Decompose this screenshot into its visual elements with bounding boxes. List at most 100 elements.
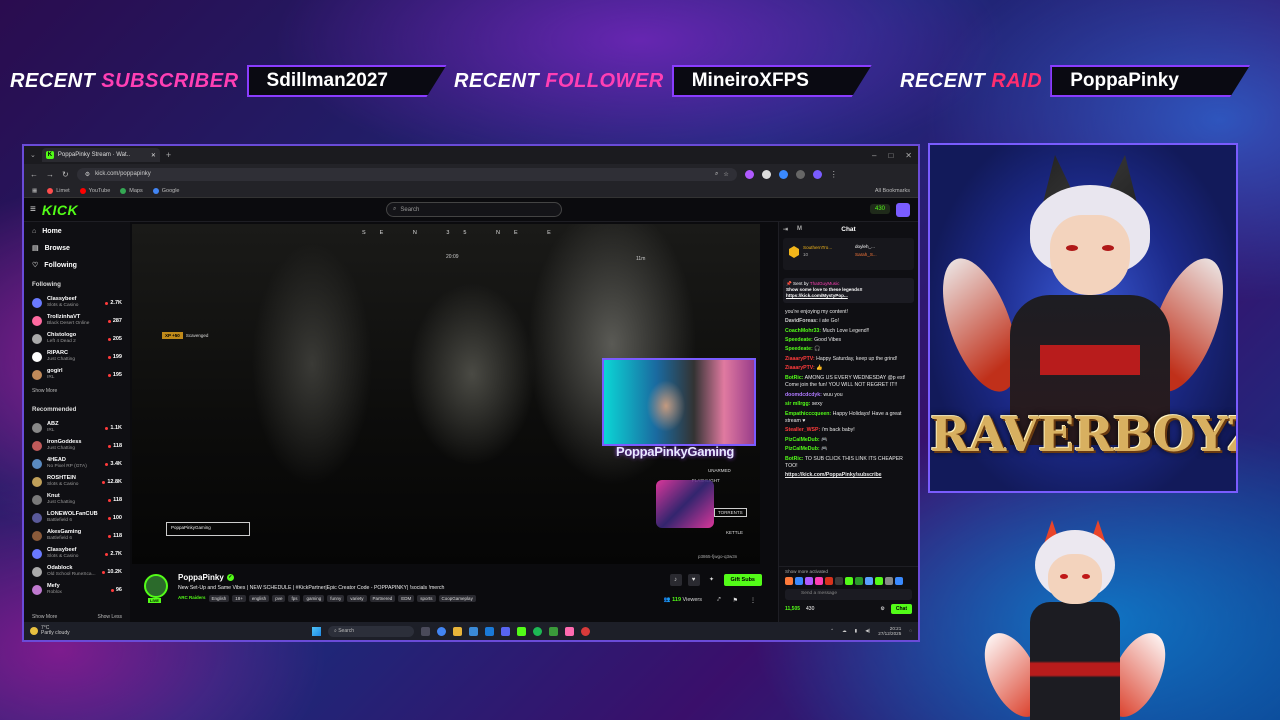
chat-send-button[interactable]: Chat xyxy=(890,604,912,614)
clock[interactable]: 20:21 27/12/2025 xyxy=(878,626,901,636)
sidebar-channel[interactable]: ROSHTEIN Slots & Casino 12.8K xyxy=(32,473,122,491)
tray-chevron-icon[interactable]: ⌃ xyxy=(830,628,834,633)
network-icon[interactable]: ▮ xyxy=(855,628,858,633)
sidebar-channel[interactable]: IronGoddess Just Chatting 118 xyxy=(32,437,122,455)
chat-username[interactable]: BotRic: xyxy=(785,456,803,462)
maximize-icon[interactable]: □ xyxy=(888,151,893,160)
emote-icon[interactable] xyxy=(895,577,903,585)
taskbar-search[interactable]: ⌕ Search xyxy=(328,625,414,637)
stream-tag[interactable]: variety xyxy=(347,595,367,602)
share-icon[interactable]: ✦ xyxy=(706,574,718,586)
spotify-icon[interactable] xyxy=(533,626,542,636)
chat-username[interactable]: ZiaaaryPTV: xyxy=(785,365,815,371)
sidebar-channel[interactable]: LONEWOLFanCUB Battlefield 6 100 xyxy=(32,509,122,527)
cloud-icon[interactable]: ☁ xyxy=(842,628,847,633)
sidebar-channel[interactable]: RIPARC Just Chatting 199 xyxy=(32,348,122,366)
bookmark-item[interactable]: Google xyxy=(152,187,179,194)
task-view-icon[interactable] xyxy=(421,626,430,636)
follow-heart-icon[interactable]: ♥ xyxy=(687,574,700,586)
emote-icon[interactable] xyxy=(815,577,823,585)
forward-icon[interactable]: → xyxy=(46,170,54,179)
chat-username[interactable]: Stealler_WSP: xyxy=(785,427,820,433)
sidebar-channel[interactable]: 4HEAD No Pixel RP (GTA) 3.4K xyxy=(32,455,122,473)
stream-tag[interactable]: pve xyxy=(272,595,286,602)
chat-input[interactable]: Send a message xyxy=(785,589,912,600)
chat-username[interactable]: sir mllrgg: xyxy=(785,401,810,407)
kick-app-icon[interactable] xyxy=(517,626,526,636)
new-tab-icon[interactable]: + xyxy=(166,150,171,160)
tab-search-icon[interactable]: ⌄ xyxy=(30,151,36,159)
obs-icon[interactable] xyxy=(581,626,590,636)
emote-icon[interactable] xyxy=(795,577,803,585)
app-icon[interactable] xyxy=(565,626,574,636)
emote-icon[interactable] xyxy=(825,577,833,585)
bookmark-item[interactable]: Limet xyxy=(47,187,70,194)
zoom-icon[interactable]: ⌕ xyxy=(715,171,718,178)
chat-mode-icon[interactable]: M xyxy=(797,226,802,232)
close-tab-icon[interactable]: ✕ xyxy=(151,152,156,159)
edge-icon[interactable] xyxy=(485,626,494,636)
emote-icon[interactable] xyxy=(845,577,853,585)
search-input[interactable]: ⌕ Search xyxy=(386,202,562,217)
minimize-icon[interactable]: – xyxy=(872,151,876,160)
emote-icon[interactable] xyxy=(785,577,793,585)
chat-username[interactable]: CoachMohr33: xyxy=(785,328,821,334)
chat-username[interactable]: Speedeate: xyxy=(785,346,813,352)
streamer-name[interactable]: PoppaPinky ✓ xyxy=(178,573,234,582)
sidebar-item-home[interactable]: ⌂ Home xyxy=(32,228,122,235)
notification-icon[interactable]: ◌ xyxy=(909,628,912,633)
chrome-icon[interactable] xyxy=(437,626,446,636)
sidebar-channel[interactable]: Odablock Old School RuneSca... 10.2K xyxy=(32,563,122,581)
collapse-chat-icon[interactable]: ⇥ xyxy=(783,226,788,233)
gift-subs-button[interactable]: Gift Subs xyxy=(723,574,762,586)
sidebar-channel[interactable]: AkesGaming Battlefield 6 118 xyxy=(32,527,122,545)
points-badge[interactable]: 430 xyxy=(869,204,890,214)
sidebar-channel[interactable]: Mefy Roblox 96 xyxy=(32,581,122,599)
stream-tag[interactable]: English xyxy=(208,595,230,602)
bookmark-item[interactable]: Maps xyxy=(120,187,143,194)
sidebar-channel[interactable]: TrollzinhaVT Black Desert Online 287 xyxy=(32,312,122,330)
pinned-link[interactable]: https://kick.com/MystyPop... xyxy=(786,293,911,299)
sidebar-channel[interactable]: ABZ IRL 1.1K xyxy=(32,419,122,437)
extension-icon[interactable] xyxy=(744,169,754,179)
settings-icon[interactable]: ⚙ xyxy=(880,606,884,612)
emote-icon[interactable] xyxy=(865,577,873,585)
emote-icon[interactable] xyxy=(875,577,883,585)
stream-tag[interactable]: sports xyxy=(417,595,436,602)
show-more-link[interactable]: Show More xyxy=(32,614,57,620)
stream-tag[interactable]: Partnered xyxy=(369,595,396,602)
start-icon[interactable] xyxy=(312,626,321,636)
stream-tag[interactable]: funny xyxy=(327,595,345,602)
chat-username[interactable]: Empathicccqueen: xyxy=(785,411,831,417)
chat-username[interactable]: ZiaaaryPTV: xyxy=(785,356,815,362)
browser-menu-icon[interactable]: ⋮ xyxy=(830,170,838,179)
store-icon[interactable] xyxy=(469,626,478,636)
points-balance[interactable]: 11,505 xyxy=(785,606,800,612)
stream-tag[interactable]: fps xyxy=(288,595,301,602)
sidebar-channel[interactable]: Classybeef Slots & Casino 2.7K xyxy=(32,294,122,312)
sidebar-channel[interactable]: Classybeef Slots & Casino 2.7K xyxy=(32,545,122,563)
profile-icon[interactable] xyxy=(812,169,822,179)
reload-icon[interactable]: ↻ xyxy=(62,170,69,179)
close-window-icon[interactable]: ✕ xyxy=(905,151,912,160)
streamer-avatar[interactable] xyxy=(144,574,168,598)
discord-icon[interactable] xyxy=(501,626,510,636)
hamburger-menu-icon[interactable]: ≡ xyxy=(30,204,36,215)
extension-icon[interactable] xyxy=(778,169,788,179)
all-bookmarks[interactable]: All Bookmarks xyxy=(875,188,910,194)
show-less-link[interactable]: Show Less xyxy=(98,614,122,620)
bookmark-star-icon[interactable]: ☆ xyxy=(723,171,728,178)
bookmark-item[interactable]: YouTube xyxy=(79,187,110,194)
more-icon[interactable]: ⋮ xyxy=(750,597,756,604)
user-avatar[interactable] xyxy=(896,203,910,217)
chat-username[interactable]: DavidForeas: xyxy=(785,318,818,324)
stream-tag[interactable]: gaming xyxy=(303,595,325,602)
share-icon[interactable]: ⤤ xyxy=(717,597,720,604)
apps-icon[interactable]: ▦ xyxy=(32,188,37,194)
site-info-icon[interactable]: ⚙ xyxy=(85,171,90,178)
extensions-icon[interactable] xyxy=(795,169,805,179)
kick-logo[interactable]: KICK xyxy=(42,202,78,218)
volume-icon[interactable]: ◀) xyxy=(865,628,870,633)
back-icon[interactable]: ← xyxy=(30,170,38,179)
url-field[interactable]: ⚙ kick.com/poppapinky ⌕ ☆ xyxy=(76,167,737,181)
